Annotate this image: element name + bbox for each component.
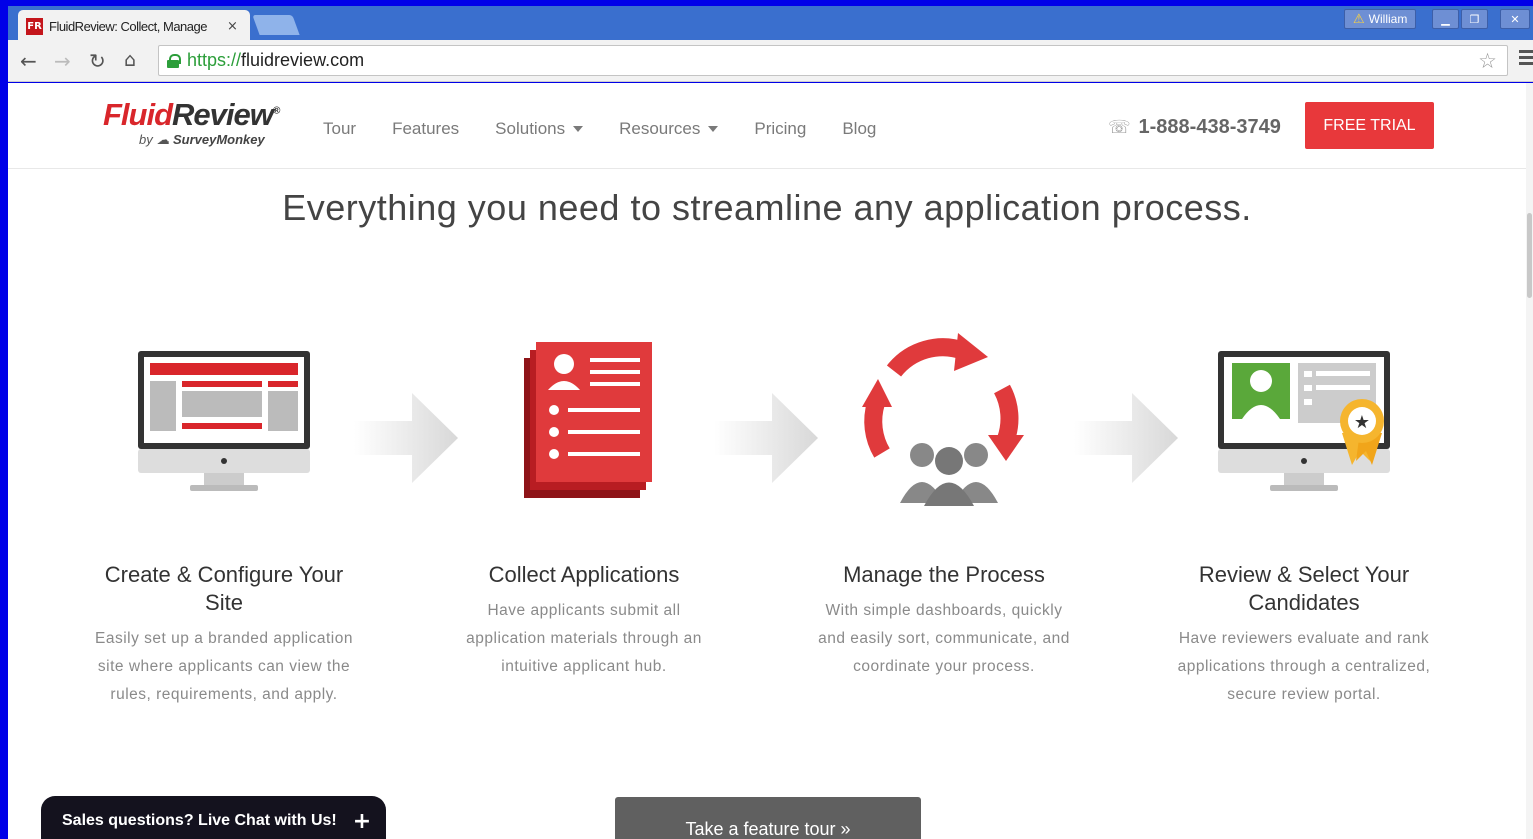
monitor-award-icon: ★ <box>1174 333 1434 503</box>
menu-icon[interactable] <box>1519 50 1533 66</box>
phone-number: 1-888-438-3749 <box>1138 116 1281 138</box>
monitor-site-icon <box>94 333 354 503</box>
plus-icon: + <box>352 808 372 834</box>
step-title: Collect Applications <box>488 562 680 587</box>
scrollbar-thumb[interactable] <box>1527 213 1532 298</box>
step-title: Manage the Process <box>843 562 1045 587</box>
user-name: William <box>1368 12 1408 26</box>
minimize-icon[interactable]: ▁ <box>1432 9 1459 29</box>
nav-resources[interactable]: Resources <box>619 119 719 139</box>
step-collect-applications: Collect Applications Have applicants sub… <box>454 333 714 681</box>
lock-icon <box>167 53 181 68</box>
back-icon[interactable]: ← <box>20 49 37 73</box>
warning-icon: ⚠ <box>1353 11 1365 27</box>
arrow-right-icon <box>354 393 458 488</box>
live-chat-label: Sales questions? Live Chat with Us! <box>62 812 337 829</box>
restore-icon[interactable]: ❐ <box>1461 9 1488 29</box>
nav-pricing[interactable]: Pricing <box>754 119 806 139</box>
step-title: Review & Select Your Candidates <box>1198 562 1410 615</box>
step-description: Have applicants submit all application m… <box>466 602 702 675</box>
fluidreview-favicon-icon: FR <box>26 17 43 35</box>
tab-title: FluidReview: Collect, Manage <box>49 18 207 34</box>
step-description: Easily set up a branded application site… <box>95 630 353 703</box>
free-trial-button[interactable]: FREE TRIAL <box>1305 102 1434 149</box>
site-header: FluidReview® by ☁ SurveyMonkey Tour Feat… <box>8 83 1526 169</box>
reload-icon[interactable]: ↻ <box>89 49 106 73</box>
application-document-icon <box>454 333 714 503</box>
step-review-select: ★ Review & Select Your Candidates Have r… <box>1174 333 1434 709</box>
step-description: Have reviewers evaluate and rank applica… <box>1177 630 1431 703</box>
phone-contact[interactable]: ☏ 1-888-438-3749 <box>1108 116 1281 139</box>
chevron-down-icon <box>573 126 584 132</box>
nav-blog[interactable]: Blog <box>842 119 876 139</box>
fluidreview-logo[interactable]: FluidReview® by ☁ SurveyMonkey <box>103 99 280 148</box>
url-text: https://fluidreview.com <box>187 50 365 70</box>
arrow-right-icon <box>1074 393 1178 488</box>
browser-tab[interactable]: FR FluidReview: Collect, Manage × <box>18 10 250 42</box>
step-manage-process: Manage the Process With simple dashboard… <box>814 332 1074 681</box>
step-description: With simple dashboards, quickly and easi… <box>818 602 1070 675</box>
main-nav: Tour Features Solutions Resources Pricin… <box>323 119 876 139</box>
arrow-right-icon <box>714 393 818 488</box>
new-tab-button[interactable] <box>252 15 300 35</box>
star-icon[interactable]: ☆ <box>1478 49 1497 73</box>
nav-solutions[interactable]: Solutions <box>495 119 584 139</box>
nav-features[interactable]: Features <box>392 119 459 139</box>
home-icon[interactable]: ⌂ <box>124 49 136 71</box>
step-title: Create & Configure Your Site <box>104 562 344 615</box>
live-chat-button[interactable]: Sales questions? Live Chat with Us! + <box>41 796 386 839</box>
svg-text:★: ★ <box>1354 412 1370 433</box>
web-page: FluidReview® by ☁ SurveyMonkey Tour Feat… <box>8 83 1526 839</box>
window-close-icon[interactable]: ✕ <box>1500 9 1530 29</box>
feature-tour-button[interactable]: Take a feature tour » <box>615 797 921 839</box>
tab-close-icon[interactable]: × <box>227 19 238 34</box>
user-profile-button[interactable]: ⚠ William <box>1344 9 1417 29</box>
process-cycle-icon <box>814 332 1074 506</box>
step-create-site: Create & Configure Your Site Easily set … <box>94 333 354 709</box>
page-scrollbar[interactable] <box>1526 83 1533 839</box>
chevron-down-icon <box>708 126 719 132</box>
page-headline: Everything you need to streamline any ap… <box>282 187 1252 228</box>
phone-icon: ☏ <box>1108 117 1131 138</box>
address-bar[interactable]: https://fluidreview.com ☆ <box>158 45 1508 76</box>
browser-toolbar: ← → ↻ ⌂ https://fluidreview.com ☆ <box>8 40 1533 82</box>
nav-tour[interactable]: Tour <box>323 119 356 139</box>
surveymonkey-icon: ☁ <box>156 132 170 147</box>
forward-icon[interactable]: → <box>54 49 71 73</box>
